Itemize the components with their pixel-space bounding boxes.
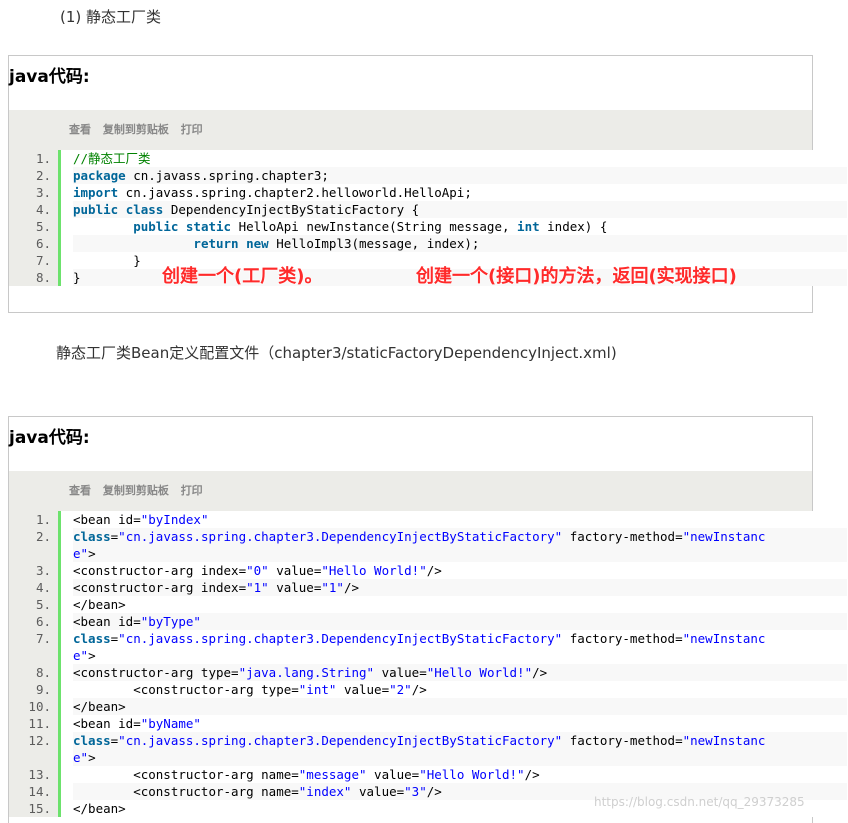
line-number: 12.: [9, 732, 61, 749]
line-number: [9, 545, 61, 562]
line-number: 2.: [9, 528, 61, 545]
code-text: public class DependencyInjectByStaticFac…: [73, 201, 847, 218]
code-text: e">: [73, 545, 847, 562]
code-line: 13. <constructor-arg name="message" valu…: [9, 766, 847, 783]
line-number: 5.: [9, 218, 61, 235]
code-line: e">: [9, 749, 847, 766]
line-number: 1.: [9, 511, 61, 528]
line-number: [9, 749, 61, 766]
line-number: 4.: [9, 201, 61, 218]
line-number: 15.: [9, 800, 61, 817]
code-line: 4. <constructor-arg index="1" value="1"/>: [9, 579, 847, 596]
code-text: <constructor-arg index="1" value="1"/>: [73, 579, 847, 596]
print-link[interactable]: 打印: [181, 484, 203, 497]
code-line: 6. return new HelloImpl3(message, index)…: [9, 235, 847, 252]
code-toolbar: 查看 复制到剪贴板 打印: [9, 110, 812, 150]
code-text: class="cn.javass.spring.chapter3.Depende…: [73, 528, 847, 545]
section-heading-bean-config: 静态工厂类Bean定义配置文件（chapter3/staticFactoryDe…: [56, 344, 617, 362]
code-line: e">: [9, 647, 847, 664]
annotation-interface-method: 创建一个(接口)的方法，返回(实现接口): [416, 266, 737, 287]
code-line: 2. package cn.javass.spring.chapter3;: [9, 167, 847, 184]
code-text: <bean id="byType": [73, 613, 847, 630]
line-number: 14.: [9, 783, 61, 800]
copy-to-clipboard-link[interactable]: 复制到剪贴板: [103, 123, 169, 136]
code-line: 7. class="cn.javass.spring.chapter3.Depen…: [9, 630, 847, 647]
view-source-link[interactable]: 查看: [69, 484, 91, 497]
line-number: 4.: [9, 579, 61, 596]
code-text: //静态工厂类: [73, 150, 847, 167]
code-text: <bean id="byIndex": [73, 511, 847, 528]
code-block-xml: java代码: 查看 复制到剪贴板 打印 1. <bean id="byIndex…: [8, 416, 847, 823]
line-number: 11.: [9, 715, 61, 732]
code-line: 9. <constructor-arg type="int" value="2"…: [9, 681, 847, 698]
code-line: 3. import cn.javass.spring.chapter2.hello…: [9, 184, 847, 201]
line-number: 7.: [9, 630, 61, 647]
line-number: 7.: [9, 252, 61, 269]
code-text: e">: [73, 647, 847, 664]
code-line: 8. <constructor-arg type="java.lang.Strin…: [9, 664, 847, 681]
code-line: 11. <bean id="byName": [9, 715, 847, 732]
view-source-link[interactable]: 查看: [69, 123, 91, 136]
code-line: 1. <bean id="byIndex": [9, 511, 847, 528]
line-number: 9.: [9, 681, 61, 698]
line-number: 10.: [9, 698, 61, 715]
code-text: <constructor-arg type="int" value="2"/>: [73, 681, 847, 698]
line-number: 13.: [9, 766, 61, 783]
code-text: <constructor-arg type="java.lang.String"…: [73, 664, 847, 681]
line-number: 8.: [9, 269, 61, 286]
watermark: https://blog.csdn.net/qq_29373285: [594, 795, 805, 809]
code-line: 2. class="cn.javass.spring.chapter3.Depen…: [9, 528, 847, 545]
code-text: return new HelloImpl3(message, index);: [73, 235, 847, 252]
code-text: class="cn.javass.spring.chapter3.Depende…: [73, 630, 847, 647]
code-text: package cn.javass.spring.chapter3;: [73, 167, 847, 184]
code-line: 3. <constructor-arg index="0" value="Hell…: [9, 562, 847, 579]
line-number: 2.: [9, 167, 61, 184]
code-text: <constructor-arg name="message" value="H…: [73, 766, 847, 783]
code-line: 10. </bean>: [9, 698, 847, 715]
line-number: 6.: [9, 613, 61, 630]
code-line: 1. //静态工厂类: [9, 150, 847, 167]
line-number: 6.: [9, 235, 61, 252]
line-number: 8.: [9, 664, 61, 681]
annotation-factory-class: 创建一个(工厂类)。: [162, 266, 323, 287]
code-line: 12. class="cn.javass.spring.chapter3.Depe…: [9, 732, 847, 749]
code-text: public static HelloApi newInstance(Strin…: [73, 218, 847, 235]
code-lines: 1. <bean id="byIndex" 2. class="cn.javass.s…: [9, 511, 847, 823]
code-text: </bean>: [73, 698, 847, 715]
print-link[interactable]: 打印: [181, 123, 203, 136]
line-number: 3.: [9, 184, 61, 201]
copy-to-clipboard-link[interactable]: 复制到剪贴板: [103, 484, 169, 497]
code-text: import cn.javass.spring.chapter2.hellowo…: [73, 184, 847, 201]
code-line: 5. public static HelloApi newInstance(St…: [9, 218, 847, 235]
code-line: 6. <bean id="byType": [9, 613, 847, 630]
code-text: e">: [73, 749, 847, 766]
section-heading-static-factory: (1) 静态工厂类: [60, 8, 162, 26]
code-text: <constructor-arg index="0" value="Hello …: [73, 562, 847, 579]
code-toolbar: 查看 复制到剪贴板 打印: [9, 471, 812, 511]
code-line: 4. public class DependencyInjectByStaticF…: [9, 201, 847, 218]
code-block-title: java代码:: [9, 417, 812, 471]
line-number: 3.: [9, 562, 61, 579]
code-line: 5. </bean>: [9, 596, 847, 613]
code-text: <bean id="byName": [73, 715, 847, 732]
line-number: 1.: [9, 150, 61, 167]
line-number: [9, 647, 61, 664]
code-line: e">: [9, 545, 847, 562]
code-text: class="cn.javass.spring.chapter3.Depende…: [73, 732, 847, 749]
code-block-title: java代码:: [9, 56, 812, 110]
code-text: </bean>: [73, 596, 847, 613]
line-number: 5.: [9, 596, 61, 613]
